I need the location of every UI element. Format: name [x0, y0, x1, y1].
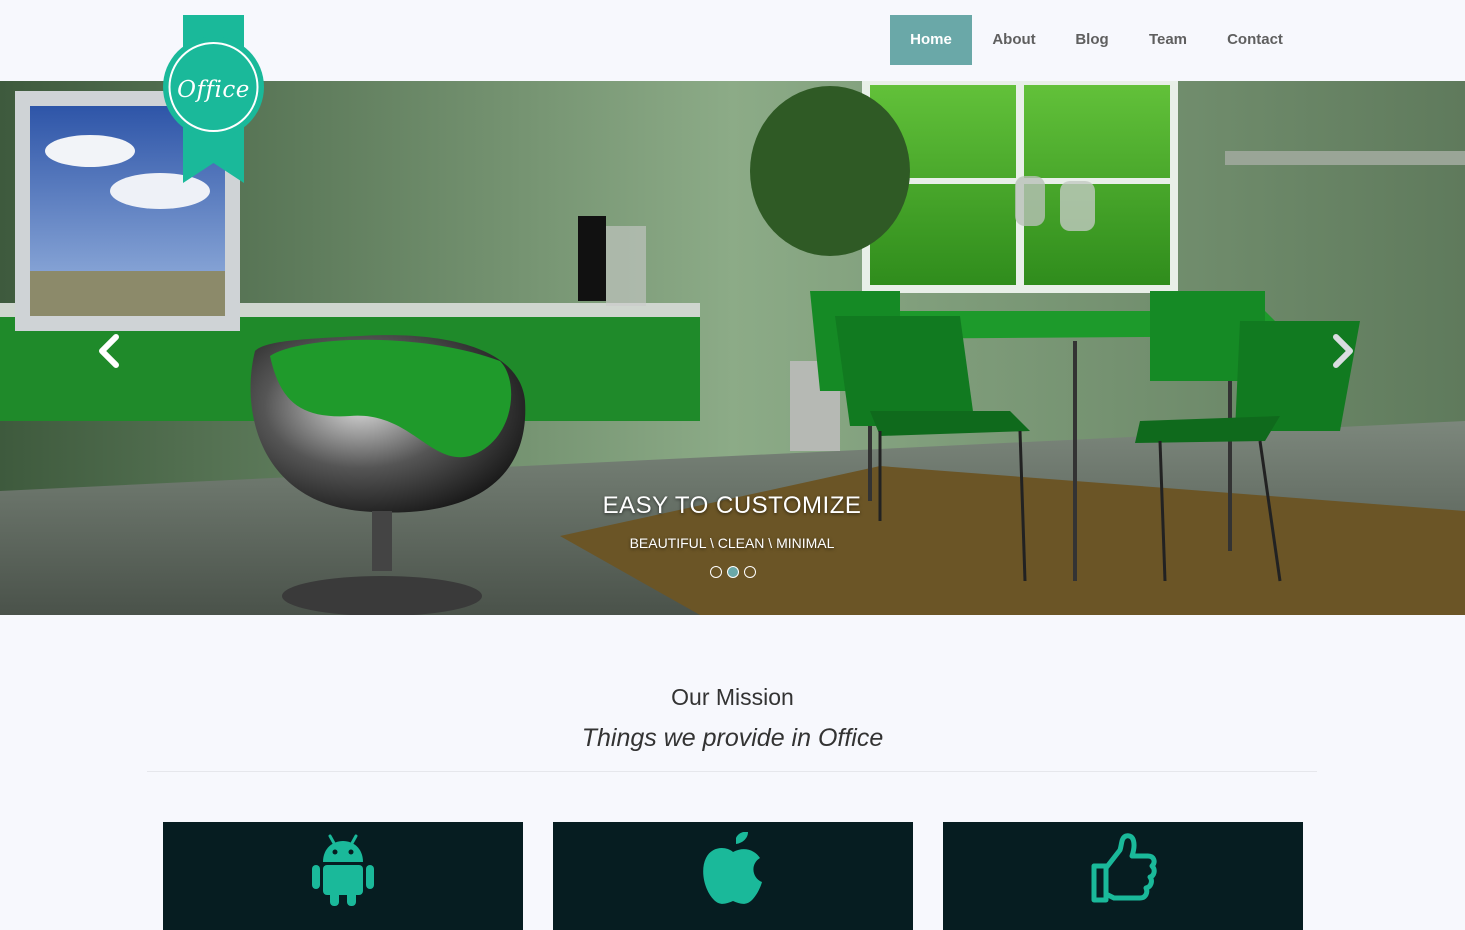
chevron-right-icon: [1333, 334, 1353, 368]
nav-team[interactable]: Team: [1128, 15, 1208, 65]
main-nav: Home About Blog Team Contact: [890, 15, 1302, 65]
nav-contact[interactable]: Contact: [1208, 15, 1302, 65]
apple-icon: [703, 832, 762, 904]
carousel-dot-3[interactable]: [744, 566, 756, 578]
chevron-left-icon: [99, 334, 119, 368]
logo[interactable]: Office: [163, 15, 264, 183]
mission-title: Our Mission: [671, 684, 794, 710]
nav-home[interactable]: Home: [890, 15, 972, 65]
feature-card-thumbs-up: [943, 822, 1303, 930]
feature-card-apple: [553, 822, 913, 930]
carousel-dot-2[interactable]: [727, 566, 739, 578]
hero-subtitle: BEAUTIFUL \ CLEAN \ MINIMAL: [629, 535, 835, 551]
nav-about[interactable]: About: [972, 15, 1056, 65]
logo-text: Office: [177, 77, 250, 103]
section-divider: [147, 771, 1317, 772]
carousel-prev-button[interactable]: [90, 331, 130, 371]
carousel-next-button[interactable]: [1322, 331, 1362, 371]
nav-blog[interactable]: Blog: [1056, 15, 1128, 65]
thumbs-up-icon: [1091, 833, 1157, 903]
mission-subtitle: Things we provide in Office: [581, 724, 884, 752]
carousel-dot-1[interactable]: [710, 566, 722, 578]
carousel-indicators: [710, 566, 756, 578]
android-icon: [312, 834, 374, 906]
feature-card-android: [163, 822, 523, 930]
hero-title: EASY TO CUSTOMIZE: [602, 492, 862, 519]
